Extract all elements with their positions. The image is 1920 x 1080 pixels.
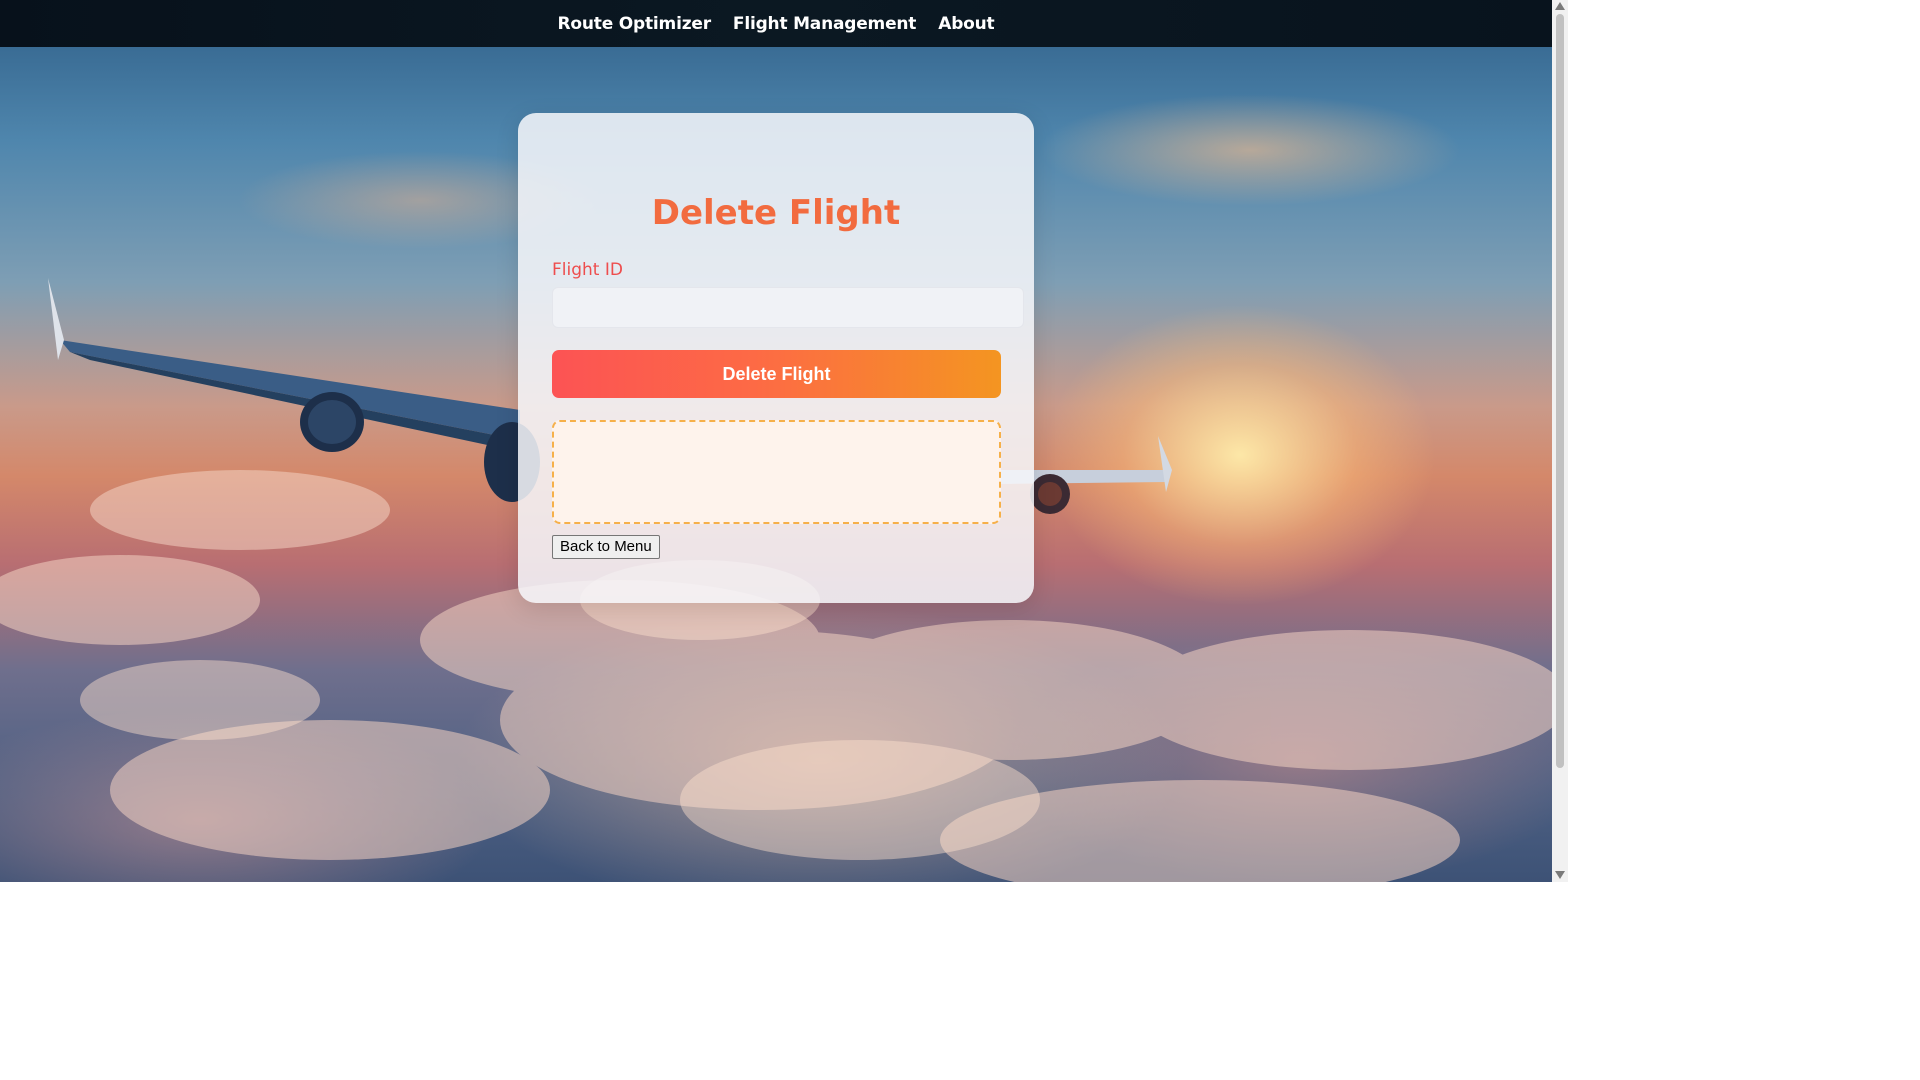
nav-link-route-optimizer[interactable]: Route Optimizer bbox=[558, 14, 712, 34]
scrollbar-thumb[interactable] bbox=[1556, 14, 1564, 768]
result-output-box bbox=[552, 420, 1001, 524]
scroll-up-arrow-icon[interactable] bbox=[1555, 2, 1565, 10]
delete-flight-card: Delete Flight Flight ID Delete Flight Ba… bbox=[518, 113, 1034, 603]
scroll-down-arrow-icon[interactable] bbox=[1555, 871, 1565, 879]
flight-id-label: Flight ID bbox=[552, 260, 623, 280]
page-title: Delete Flight bbox=[651, 193, 901, 233]
page-scrollbar[interactable] bbox=[1552, 0, 1568, 882]
nav-link-flight-management[interactable]: Flight Management bbox=[733, 14, 917, 34]
flight-id-input[interactable] bbox=[552, 287, 1024, 328]
nav-link-about[interactable]: About bbox=[938, 14, 994, 34]
back-to-menu-button[interactable]: Back to Menu bbox=[552, 535, 660, 559]
top-navbar: Route Optimizer Flight Management About bbox=[0, 0, 1552, 47]
delete-flight-button[interactable]: Delete Flight bbox=[552, 350, 1001, 398]
